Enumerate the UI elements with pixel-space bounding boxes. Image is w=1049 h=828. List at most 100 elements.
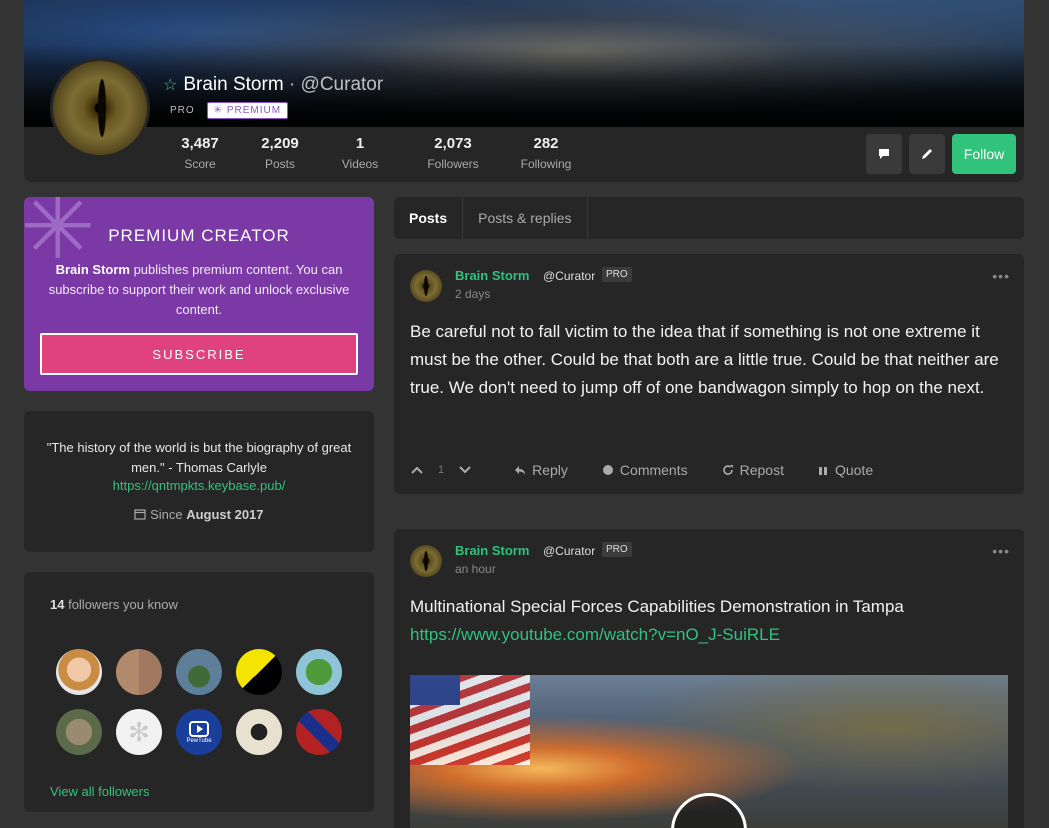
follower-avatar[interactable]	[56, 649, 102, 695]
chat-icon	[879, 149, 889, 159]
profile-handle: @Curator	[300, 74, 384, 95]
follower-avatar[interactable]: ✻	[116, 709, 162, 755]
quote-label: Quote	[834, 462, 874, 478]
upvote-count: 1	[438, 464, 445, 476]
stat-following[interactable]: 282 Following	[506, 135, 586, 171]
follower-avatar[interactable]	[236, 649, 282, 695]
follower-avatar[interactable]	[296, 709, 342, 755]
post-author-avatar[interactable]	[410, 545, 442, 577]
chevron-up-icon	[411, 466, 423, 474]
post-author-avatar[interactable]	[410, 270, 442, 302]
post-author-name[interactable]: Brain Storm	[455, 268, 529, 283]
display-name: Brain Storm	[183, 74, 284, 95]
post-author-handle[interactable]: @Curator	[543, 269, 595, 283]
since-date: August 2017	[186, 507, 264, 522]
comments-button[interactable]: Comments	[602, 462, 688, 478]
follow-button[interactable]: Follow	[952, 134, 1016, 174]
comments-label: Comments	[619, 462, 688, 478]
post-time[interactable]: 2 days	[455, 287, 490, 301]
post-body: Be careful not to fall victim to the ide…	[410, 322, 999, 397]
pewtube-label: PewTube	[186, 737, 212, 744]
followers-known-label: followers you know	[64, 597, 178, 612]
tab-posts-replies[interactable]: Posts & replies	[463, 197, 588, 239]
premium-card-desc: Brain Storm publishes premium content. Y…	[48, 260, 350, 320]
followers-known-count: 14	[50, 597, 65, 612]
bio-quote: "The history of the world is but the bio…	[46, 440, 352, 475]
stat-value: 282	[533, 135, 559, 152]
post-author-handle[interactable]: @Curator	[543, 544, 595, 558]
follower-avatar[interactable]	[296, 649, 342, 695]
profile-badges: PRO ✳ PREMIUM	[170, 102, 289, 119]
profile-avatar[interactable]	[50, 58, 150, 158]
premium-creator-card: ✳ PREMIUM CREATOR Brain Storm publishes …	[24, 197, 374, 391]
calendar-icon	[134, 509, 147, 520]
downvote-button[interactable]	[458, 465, 472, 475]
comment-icon	[602, 465, 613, 475]
bio-link[interactable]: https://qntmpkts.keybase.pub/	[24, 478, 374, 493]
premium-card-name: Brain Storm	[55, 262, 130, 277]
stat-label: Videos	[341, 157, 379, 171]
stat-posts[interactable]: 2,209 Posts	[232, 135, 328, 171]
stat-value: 3,487	[181, 135, 219, 152]
post-card: Brain Storm @Curator PRO an hour ••• Mul…	[394, 529, 1024, 828]
quote-icon	[818, 466, 827, 475]
pencil-icon	[922, 149, 932, 159]
stat-value: 1	[355, 135, 365, 152]
stat-label: Posts	[264, 157, 295, 171]
follower-avatar[interactable]	[176, 649, 222, 695]
follower-avatar[interactable]	[116, 649, 162, 695]
post-text: Multinational Special Forces Capabilitie…	[410, 597, 904, 616]
edit-button[interactable]	[909, 134, 945, 174]
profile-name-line: ☆ Brain Storm · @Curator	[163, 74, 383, 96]
repost-button[interactable]: Repost	[722, 462, 784, 478]
message-button[interactable]	[866, 134, 902, 174]
stat-label: Following	[520, 157, 572, 171]
chevron-down-icon	[459, 466, 471, 474]
stat-score[interactable]: 3,487 Score	[168, 135, 232, 171]
play-button[interactable]	[671, 793, 747, 828]
pro-badge: PRO	[170, 105, 195, 116]
quote-button[interactable]: Quote	[818, 462, 873, 478]
follower-avatar-pewtube[interactable]: PewTube	[176, 709, 222, 755]
video-embed[interactable]	[410, 675, 1008, 828]
more-icon[interactable]: •••	[992, 268, 1010, 284]
star-icon: ☆	[163, 77, 178, 94]
feed-tabs: Posts Posts & replies	[394, 197, 1024, 239]
member-since: Since August 2017	[24, 507, 374, 522]
follower-avatar[interactable]	[56, 709, 102, 755]
subscribe-button[interactable]: SUBSCRIBE	[40, 333, 358, 375]
tab-posts[interactable]: Posts	[394, 197, 464, 239]
post-pro-badge: PRO	[602, 267, 632, 282]
stat-label: Followers	[427, 157, 479, 171]
view-all-followers-link[interactable]: View all followers	[50, 784, 149, 799]
reply-label: Reply	[532, 462, 568, 478]
play-icon	[189, 720, 209, 737]
stat-value: 2,209	[261, 135, 299, 152]
profile-page: ☆ Brain Storm · @Curator PRO ✳ PREMIUM 3,…	[0, 0, 1049, 828]
repost-label: Repost	[739, 462, 784, 478]
followers-you-know-card: 14 followers you know ✻ PewTube View all…	[24, 572, 374, 812]
reply-button[interactable]: Reply	[514, 462, 568, 478]
upvote-button[interactable]: 1	[410, 464, 444, 476]
repost-icon	[722, 465, 733, 475]
post-author-name[interactable]: Brain Storm	[455, 543, 529, 558]
post-pro-badge: PRO	[602, 542, 632, 557]
stat-followers[interactable]: 2,073 Followers	[400, 135, 506, 171]
follower-avatar[interactable]	[236, 709, 282, 755]
post-link[interactable]: https://www.youtube.com/watch?v=nO_J-Sui…	[410, 621, 1010, 649]
bio-card: "The history of the world is but the bio…	[24, 411, 374, 552]
premium-card-title: PREMIUM CREATOR	[108, 226, 290, 245]
name-separator: ·	[288, 74, 296, 95]
profile-stats: 3,487 Score 2,209 Posts 1 Videos 2,073 F…	[168, 135, 586, 171]
post-body: Multinational Special Forces Capabilitie…	[410, 593, 1010, 649]
flag-image	[410, 675, 530, 765]
stat-label: Score	[184, 157, 216, 171]
reply-icon	[515, 465, 526, 475]
premium-badge[interactable]: ✳ PREMIUM	[206, 102, 289, 119]
stat-videos[interactable]: 1 Videos	[328, 135, 392, 171]
more-icon[interactable]: •••	[992, 543, 1010, 559]
post-time[interactable]: an hour	[455, 562, 496, 576]
post-card: Brain Storm @Curator PRO 2 days ••• Be c…	[394, 254, 1024, 494]
followers-known-header: 14 followers you know	[50, 597, 178, 612]
stat-value: 2,073	[434, 135, 472, 152]
